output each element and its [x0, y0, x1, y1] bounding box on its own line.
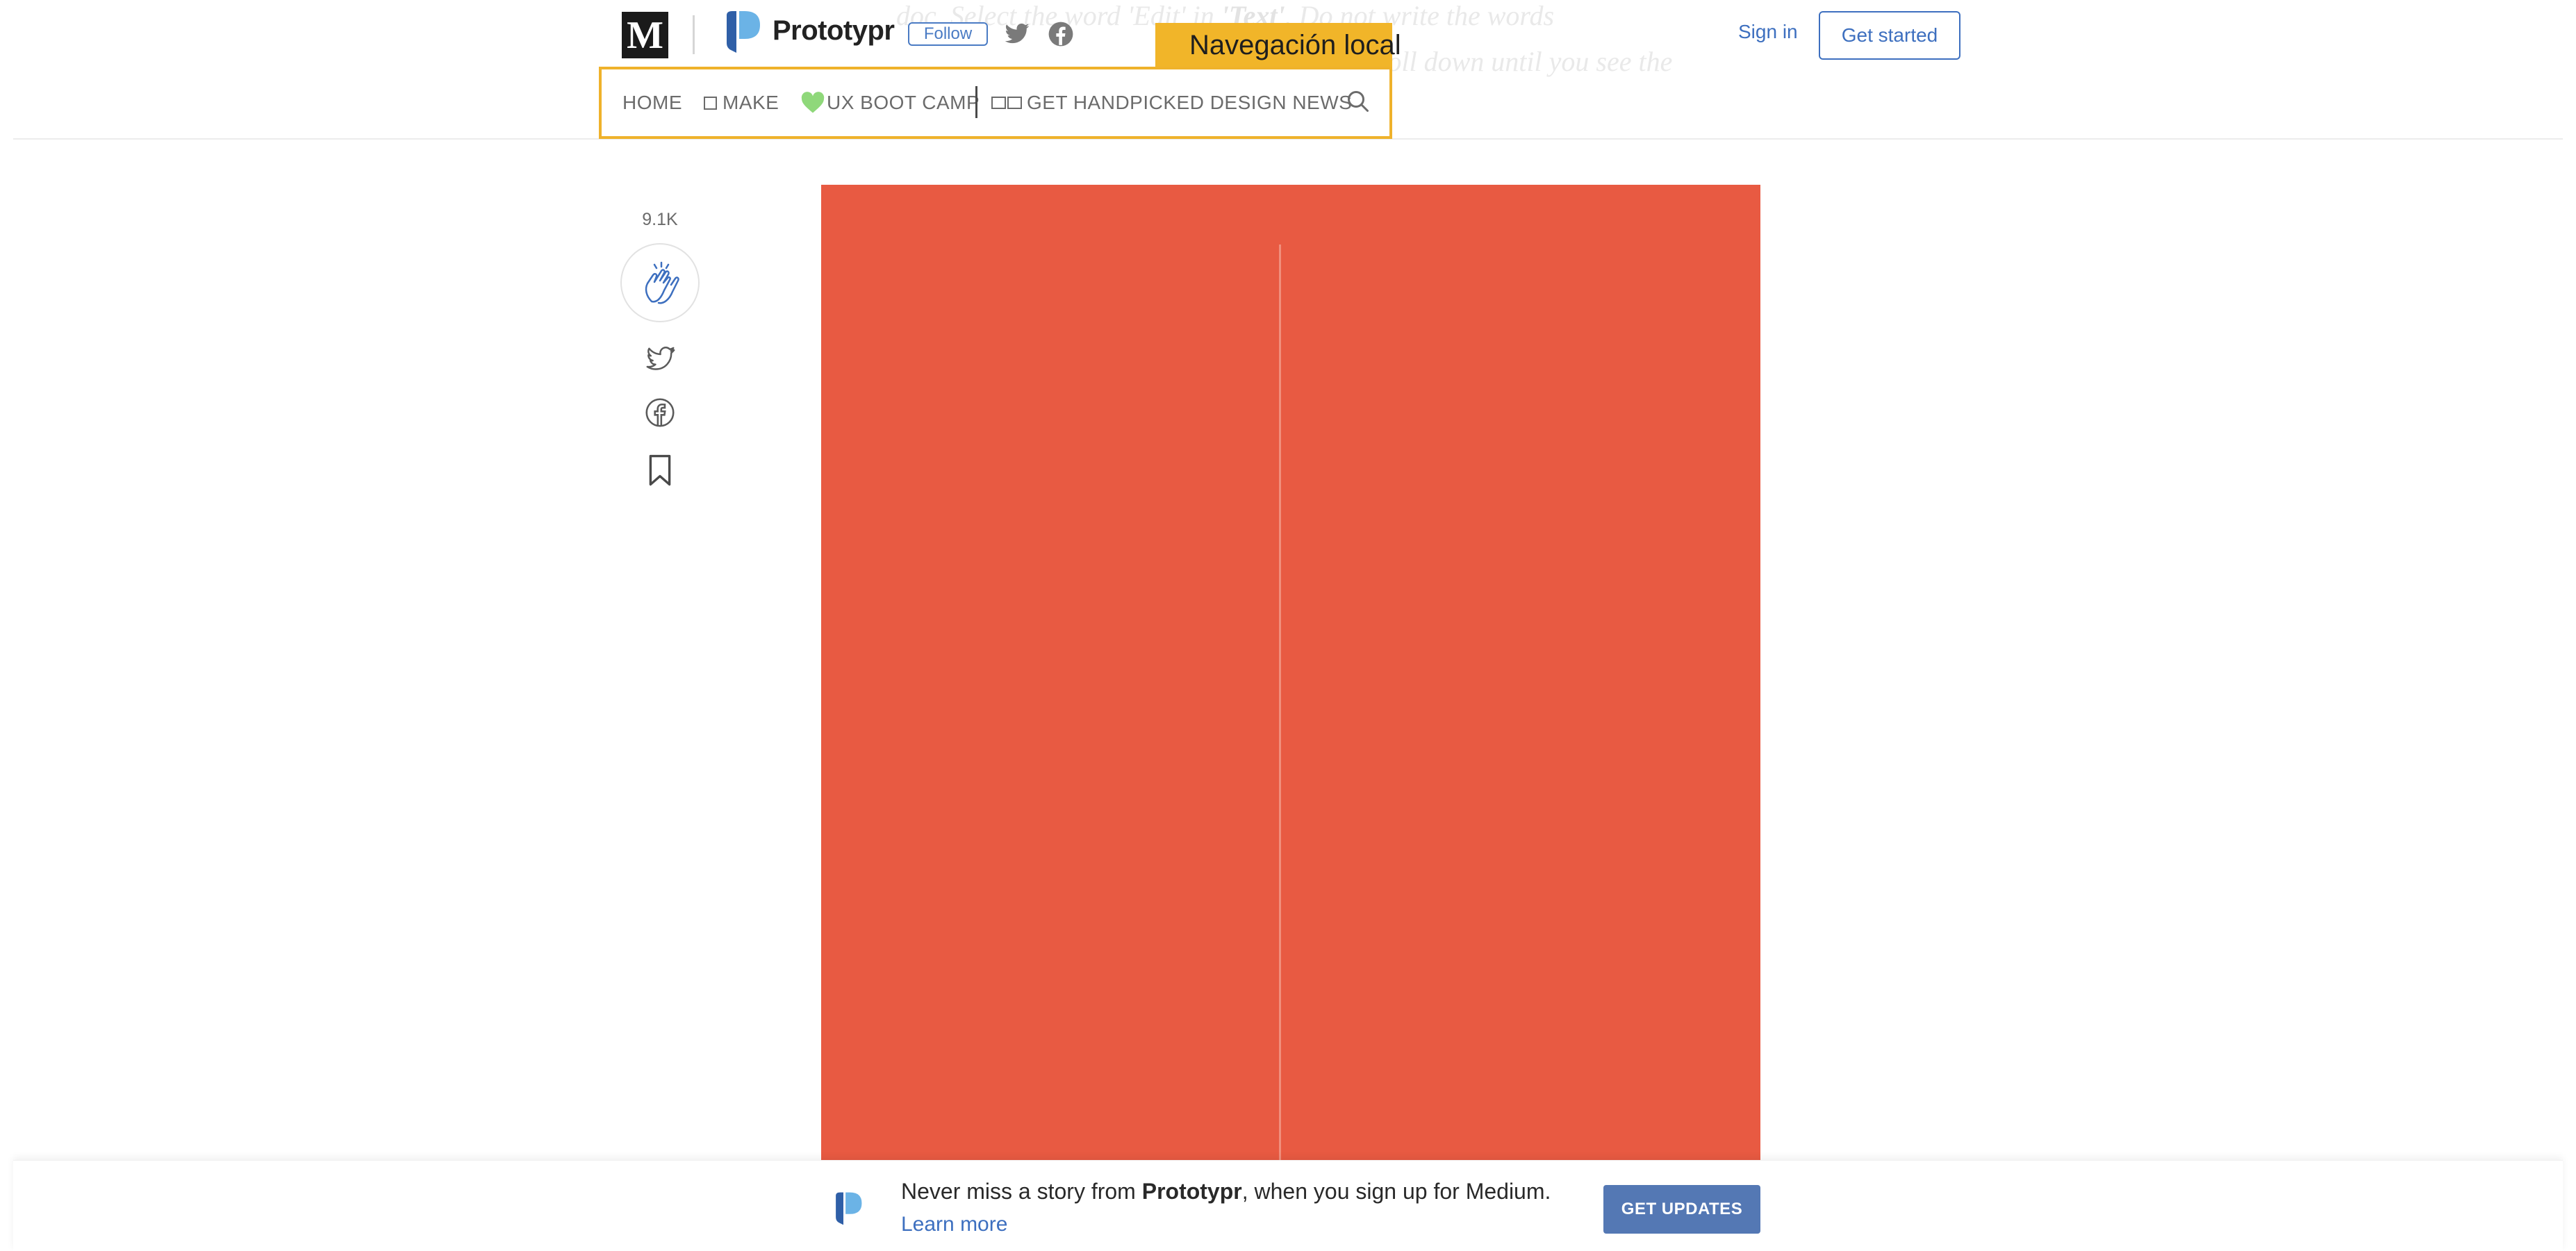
hero-image [821, 185, 1760, 1164]
nav-item-ux-boot-camp[interactable]: UX BOOT CAMP [800, 89, 980, 117]
twitter-icon[interactable] [1003, 21, 1031, 47]
nav-separator [975, 86, 977, 118]
annotation-label: Navegación local [1155, 23, 1401, 67]
follow-button[interactable]: Follow [908, 22, 988, 46]
clap-button[interactable] [620, 243, 700, 322]
twitter-share-icon[interactable] [645, 345, 677, 374]
nav-item-make[interactable]: MAKE [703, 89, 779, 117]
learn-more-link[interactable]: Learn more [901, 1213, 1007, 1236]
prototypr-logo-icon[interactable] [724, 10, 761, 54]
bookmark-icon[interactable] [648, 454, 672, 487]
signup-banner [13, 1160, 2563, 1251]
nav-item-home[interactable]: HOME [622, 89, 682, 117]
prototypr-logo-icon [836, 1192, 862, 1225]
logo-separator [693, 15, 695, 54]
publication-name[interactable]: Prototypr [773, 15, 895, 47]
facebook-share-icon[interactable] [645, 397, 675, 428]
sign-in-link[interactable]: Sign in [1738, 21, 1798, 43]
green-heart-icon [801, 92, 825, 113]
local-navigation: HOME MAKE UX BOOT CAMP GET HANDPICKED DE… [599, 67, 1392, 139]
square-icon [704, 97, 717, 110]
banner-message: Never miss a story from Prototypr, when … [901, 1179, 1551, 1204]
claps-count: 9.1K [642, 210, 678, 229]
get-updates-button[interactable]: GET UPDATES [1603, 1185, 1760, 1234]
facebook-icon[interactable] [1048, 21, 1074, 47]
nav-item-design-news[interactable]: GET HANDPICKED DESIGN NEWS [991, 89, 1352, 117]
get-started-button[interactable]: Get started [1819, 11, 1960, 60]
search-icon[interactable] [1346, 88, 1371, 115]
hero-divider-line [1279, 245, 1281, 1164]
clap-icon [645, 261, 679, 304]
open-book-icon [991, 97, 1022, 109]
medium-logo[interactable]: M [622, 12, 668, 58]
